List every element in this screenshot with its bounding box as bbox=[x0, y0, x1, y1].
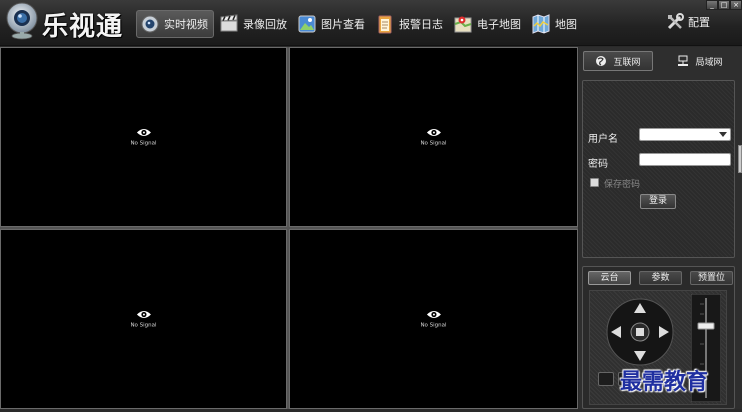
eye-icon bbox=[136, 129, 151, 136]
config-button[interactable]: 配置 bbox=[665, 12, 710, 32]
nav-map[interactable]: 地图 bbox=[528, 10, 582, 38]
video-cell-3[interactable]: No Signal bbox=[0, 229, 287, 409]
tab-presets[interactable]: 预置位 bbox=[690, 271, 733, 285]
nav-picture-view[interactable]: 图片查看 bbox=[294, 10, 370, 38]
password-field[interactable] bbox=[639, 153, 731, 166]
login-form: 用户名 密码 保存密码 登录 bbox=[582, 80, 735, 258]
minimize-button[interactable]: _ bbox=[706, 0, 718, 10]
no-signal-text: No Signal bbox=[420, 322, 447, 329]
webcam-logo-icon bbox=[6, 2, 38, 40]
direction-pad bbox=[606, 298, 674, 366]
no-signal-text: No Signal bbox=[130, 140, 157, 147]
video-cell-1[interactable]: No Signal bbox=[0, 47, 287, 227]
map-pin-icon bbox=[454, 16, 472, 33]
chevron-down-icon[interactable] bbox=[719, 132, 727, 137]
right-panel: 互联网 局域网 用户名 密码 保存密码 登录 云台 参数 预置位 bbox=[579, 47, 742, 409]
scrollbar-stub[interactable] bbox=[738, 145, 742, 173]
app-title: 乐视通 bbox=[42, 12, 124, 42]
tab-ptz[interactable]: 云台 bbox=[588, 271, 631, 285]
folded-map-icon bbox=[532, 14, 550, 34]
log-icon bbox=[378, 15, 392, 34]
stop-icon bbox=[636, 328, 644, 336]
nav-electronic-map[interactable]: 电子地图 bbox=[450, 10, 526, 38]
close-button[interactable]: × bbox=[730, 0, 742, 10]
no-signal-text: No Signal bbox=[420, 140, 447, 147]
eye-icon bbox=[426, 129, 441, 136]
film-icon bbox=[220, 14, 238, 32]
no-signal-indicator: No Signal bbox=[130, 310, 157, 329]
nav-realtime-video[interactable]: 实时视频 bbox=[136, 10, 214, 38]
slider-thumb[interactable] bbox=[697, 322, 715, 330]
no-signal-indicator: No Signal bbox=[420, 128, 447, 147]
lan-icon bbox=[678, 55, 689, 66]
tab-params[interactable]: 参数 bbox=[639, 271, 682, 285]
eye-icon bbox=[136, 311, 151, 318]
watermark-text: 最需教育 bbox=[620, 369, 709, 395]
username-dropdown[interactable] bbox=[639, 128, 731, 141]
tab-internet[interactable]: 互联网 bbox=[583, 51, 653, 71]
tab-label: 互联网 bbox=[613, 57, 641, 68]
maximize-button[interactable]: □ bbox=[718, 0, 730, 10]
tools-icon bbox=[667, 13, 684, 30]
video-cell-4[interactable]: No Signal bbox=[289, 229, 578, 409]
ptz-tabs: 云台 参数 预置位 bbox=[588, 271, 733, 285]
login-button[interactable]: 登录 bbox=[640, 194, 676, 209]
globe-icon bbox=[596, 56, 607, 66]
no-signal-indicator: No Signal bbox=[420, 310, 447, 329]
picture-icon bbox=[298, 15, 316, 33]
nav-label: 录像回放 bbox=[243, 18, 287, 31]
nav-alarm-log[interactable]: 报警日志 bbox=[372, 10, 448, 38]
window-controls: _ □ × bbox=[706, 0, 742, 10]
nav-label: 电子地图 bbox=[477, 18, 521, 31]
nav-label: 地图 bbox=[555, 18, 577, 31]
tab-lan[interactable]: 局域网 bbox=[665, 51, 735, 71]
app-logo: 乐视通 bbox=[2, 2, 132, 42]
nav-recording-playback[interactable]: 录像回放 bbox=[216, 10, 292, 38]
nav-label: 实时视频 bbox=[164, 18, 208, 31]
username-input[interactable] bbox=[640, 129, 730, 140]
password-input[interactable] bbox=[640, 154, 730, 165]
eye-icon bbox=[426, 311, 441, 318]
video-grid: No Signal No Signal No Signal No Signal bbox=[0, 47, 578, 409]
app-window: 乐视通 实时视频 录像回放 图片查看 报警日志 电子地图 地图 配置 _ □ ×… bbox=[0, 0, 742, 412]
remember-password-checkbox[interactable] bbox=[590, 178, 599, 187]
config-label: 配置 bbox=[688, 16, 710, 29]
remember-password-label: 保存密码 bbox=[604, 180, 641, 190]
no-signal-text: No Signal bbox=[130, 322, 157, 329]
top-bar: 乐视通 实时视频 录像回放 图片查看 报警日志 电子地图 地图 配置 _ □ × bbox=[0, 0, 742, 46]
username-label: 用户名 bbox=[588, 134, 618, 145]
password-label: 密码 bbox=[588, 159, 608, 170]
no-signal-indicator: No Signal bbox=[130, 128, 157, 147]
tab-label: 局域网 bbox=[695, 57, 723, 68]
network-tabs: 互联网 局域网 bbox=[583, 51, 735, 73]
nav-label: 报警日志 bbox=[399, 18, 443, 31]
video-cell-2[interactable]: No Signal bbox=[289, 47, 578, 227]
camera-icon bbox=[141, 15, 159, 33]
zoom-in-button[interactable] bbox=[598, 372, 614, 386]
nav-label: 图片查看 bbox=[321, 18, 365, 31]
main-nav: 实时视频 录像回放 图片查看 报警日志 电子地图 地图 bbox=[136, 9, 584, 39]
